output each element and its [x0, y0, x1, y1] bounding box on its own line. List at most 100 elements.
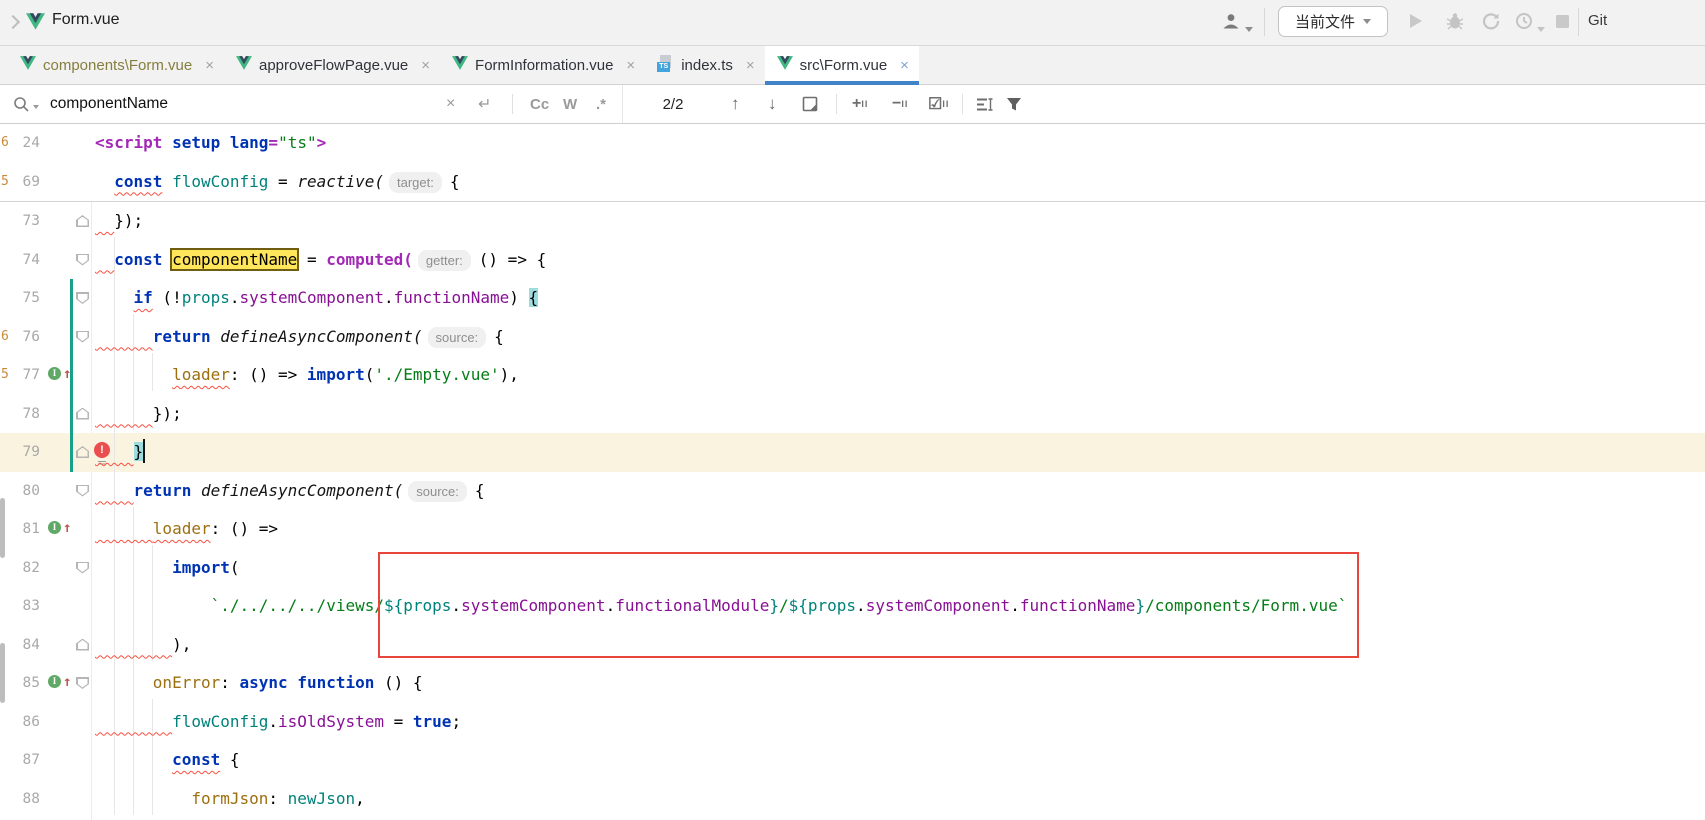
code-line-76[interactable]: 676 return defineAsyncComponent(source:{ [0, 318, 1705, 357]
code-line-87[interactable]: 87 const { [0, 741, 1705, 780]
tab-components-form-vue[interactable]: components\Form.vue × [8, 46, 224, 84]
code-line-81[interactable]: 81I↑ loader: () => [0, 510, 1705, 549]
line-number: 69 [0, 163, 40, 202]
line-number: 74 [0, 241, 40, 280]
profiler-caret-icon[interactable] [1537, 19, 1545, 37]
code-text: return defineAsyncComponent(source:{ [95, 472, 485, 511]
fold-marker-icon[interactable] [76, 254, 89, 266]
regex-toggle[interactable]: .* [596, 85, 606, 123]
vcs-change-marker[interactable] [70, 433, 73, 472]
fold-marker-icon[interactable] [76, 292, 89, 304]
code-line-75[interactable]: 75 if (!props.systemComponent.functionNa… [0, 279, 1705, 318]
find-in-selection-icon[interactable] [802, 85, 818, 123]
tab-approveflowpage-vue[interactable]: approveFlowPage.vue× [224, 46, 440, 84]
gutter-arrow-icon: ↑ [63, 362, 71, 386]
vcs-change-marker[interactable] [70, 318, 73, 357]
filter-icon[interactable] [1006, 85, 1022, 123]
tab-label: components\Form.vue [43, 57, 192, 74]
tab-close-icon[interactable]: × [746, 57, 755, 74]
line-number: 82 [0, 549, 40, 588]
code-text: }); [95, 395, 182, 434]
gutter-annotation-icon[interactable]: I [48, 521, 61, 534]
vcs-change-marker[interactable] [70, 395, 73, 434]
code-text: loader: () => [95, 510, 278, 549]
breadcrumb-chevron-icon[interactable] [6, 15, 20, 29]
git-widget[interactable]: Git [1588, 12, 1607, 29]
breadcrumb-file-name[interactable]: Form.vue [52, 11, 120, 29]
search-input[interactable]: componentName [50, 85, 168, 123]
ide-window: Form.vue 当前文件 Git components\Form.vue×ap… [0, 0, 1705, 820]
fold-marker-icon[interactable] [76, 485, 89, 497]
tab-index-ts[interactable]: TSindex.ts× [645, 46, 764, 84]
match-count: 2/2 [648, 85, 698, 123]
user-account-icon[interactable] [1222, 13, 1241, 35]
search-history-caret-icon[interactable] [33, 88, 39, 126]
fold-marker-icon[interactable] [76, 331, 89, 343]
code-line-80[interactable]: 80 return defineAsyncComponent(source:{ [0, 472, 1705, 511]
vue-file-icon [26, 13, 45, 35]
code-line-86[interactable]: 86 flowConfig.isOldSystem = true; [0, 703, 1705, 742]
code-line-85[interactable]: 85I↑ onError: async function () { [0, 664, 1705, 703]
remove-occurrence-icon[interactable]: −II [892, 85, 908, 123]
user-menu-caret-icon[interactable] [1245, 19, 1253, 37]
code-line-79[interactable]: 79! } [0, 433, 1705, 472]
tab-forminformation-vue[interactable]: FormInformation.vue× [440, 46, 645, 84]
tab-close-icon[interactable]: × [626, 57, 635, 74]
line-number: 75 [0, 279, 40, 318]
coverage-rerun-icon[interactable] [1482, 12, 1500, 35]
fold-marker-icon[interactable] [76, 639, 89, 651]
tab-close-icon[interactable]: × [205, 57, 214, 74]
previous-match-icon[interactable]: ↑ [731, 85, 740, 123]
insert-newline-icon[interactable]: ↵ [478, 85, 491, 123]
gutter-arrow-icon: ↑ [63, 670, 71, 694]
text-caret [143, 439, 145, 463]
line-number: 73 [0, 202, 40, 241]
editor-tab-bar: components\Form.vue×approveFlowPage.vue×… [0, 46, 1705, 85]
fold-marker-icon[interactable] [76, 408, 89, 420]
gutter-annotation-icon[interactable]: I [48, 367, 61, 380]
gutter-annotation-icon[interactable]: I [48, 675, 61, 688]
code-line-74[interactable]: 74 const componentName = computed(getter… [0, 241, 1705, 280]
typescript-file-icon: TS [657, 55, 674, 72]
search-icon[interactable] [13, 85, 30, 123]
code-text: formJson: newJson, [95, 780, 365, 819]
vcs-change-marker[interactable] [70, 279, 73, 318]
run-button[interactable] [1408, 12, 1424, 35]
code-line-78[interactable]: 78 }); [0, 395, 1705, 434]
line-number: 78 [0, 395, 40, 434]
fold-marker-icon[interactable] [76, 446, 89, 458]
code-line-77[interactable]: 577I↑ loader: () => import('./Empty.vue'… [0, 356, 1705, 395]
match-case-toggle[interactable]: Cc [530, 85, 549, 123]
code-text: } [95, 433, 145, 472]
line-number: 81 [0, 510, 40, 549]
tab-label: src\Form.vue [800, 57, 888, 74]
add-occurrence-icon[interactable]: +II [852, 85, 868, 123]
select-all-occurrences-icon[interactable]: ☑II [928, 85, 949, 123]
find-bar-divider [836, 94, 837, 114]
tab-src-form-vue[interactable]: src\Form.vue × [765, 46, 919, 84]
code-text: return defineAsyncComponent(source:{ [95, 318, 504, 357]
next-match-icon[interactable]: ↓ [768, 85, 777, 123]
code-line-88[interactable]: 88 formJson: newJson, [0, 780, 1705, 819]
fold-marker-icon[interactable] [76, 677, 89, 689]
code-text: onError: async function () { [95, 664, 423, 703]
fold-marker-icon[interactable] [76, 215, 89, 227]
tab-close-icon[interactable]: × [900, 57, 909, 74]
whole-words-toggle[interactable]: W [563, 85, 577, 123]
toolbar-separator [1264, 8, 1265, 36]
fold-marker-icon[interactable] [76, 562, 89, 574]
debug-bug-icon[interactable] [1446, 12, 1464, 35]
run-configuration-select[interactable]: 当前文件 [1278, 6, 1388, 37]
code-line-24[interactable]: 624<script setup lang="ts"> [0, 124, 1705, 163]
tab-close-icon[interactable]: × [421, 57, 430, 74]
run-configuration-caret-icon [1363, 19, 1371, 24]
stop-button[interactable] [1556, 15, 1569, 33]
line-number: 88 [0, 780, 40, 819]
code-line-69[interactable]: 569 const flowConfig = reactive(target:{ [0, 163, 1705, 202]
code-text: import( [95, 549, 240, 588]
clear-search-icon[interactable]: × [446, 85, 455, 123]
results-list-icon[interactable] [976, 85, 994, 123]
vue-file-icon [452, 56, 468, 74]
profiler-icon[interactable] [1515, 12, 1533, 35]
code-line-73[interactable]: 73 }); [0, 202, 1705, 241]
